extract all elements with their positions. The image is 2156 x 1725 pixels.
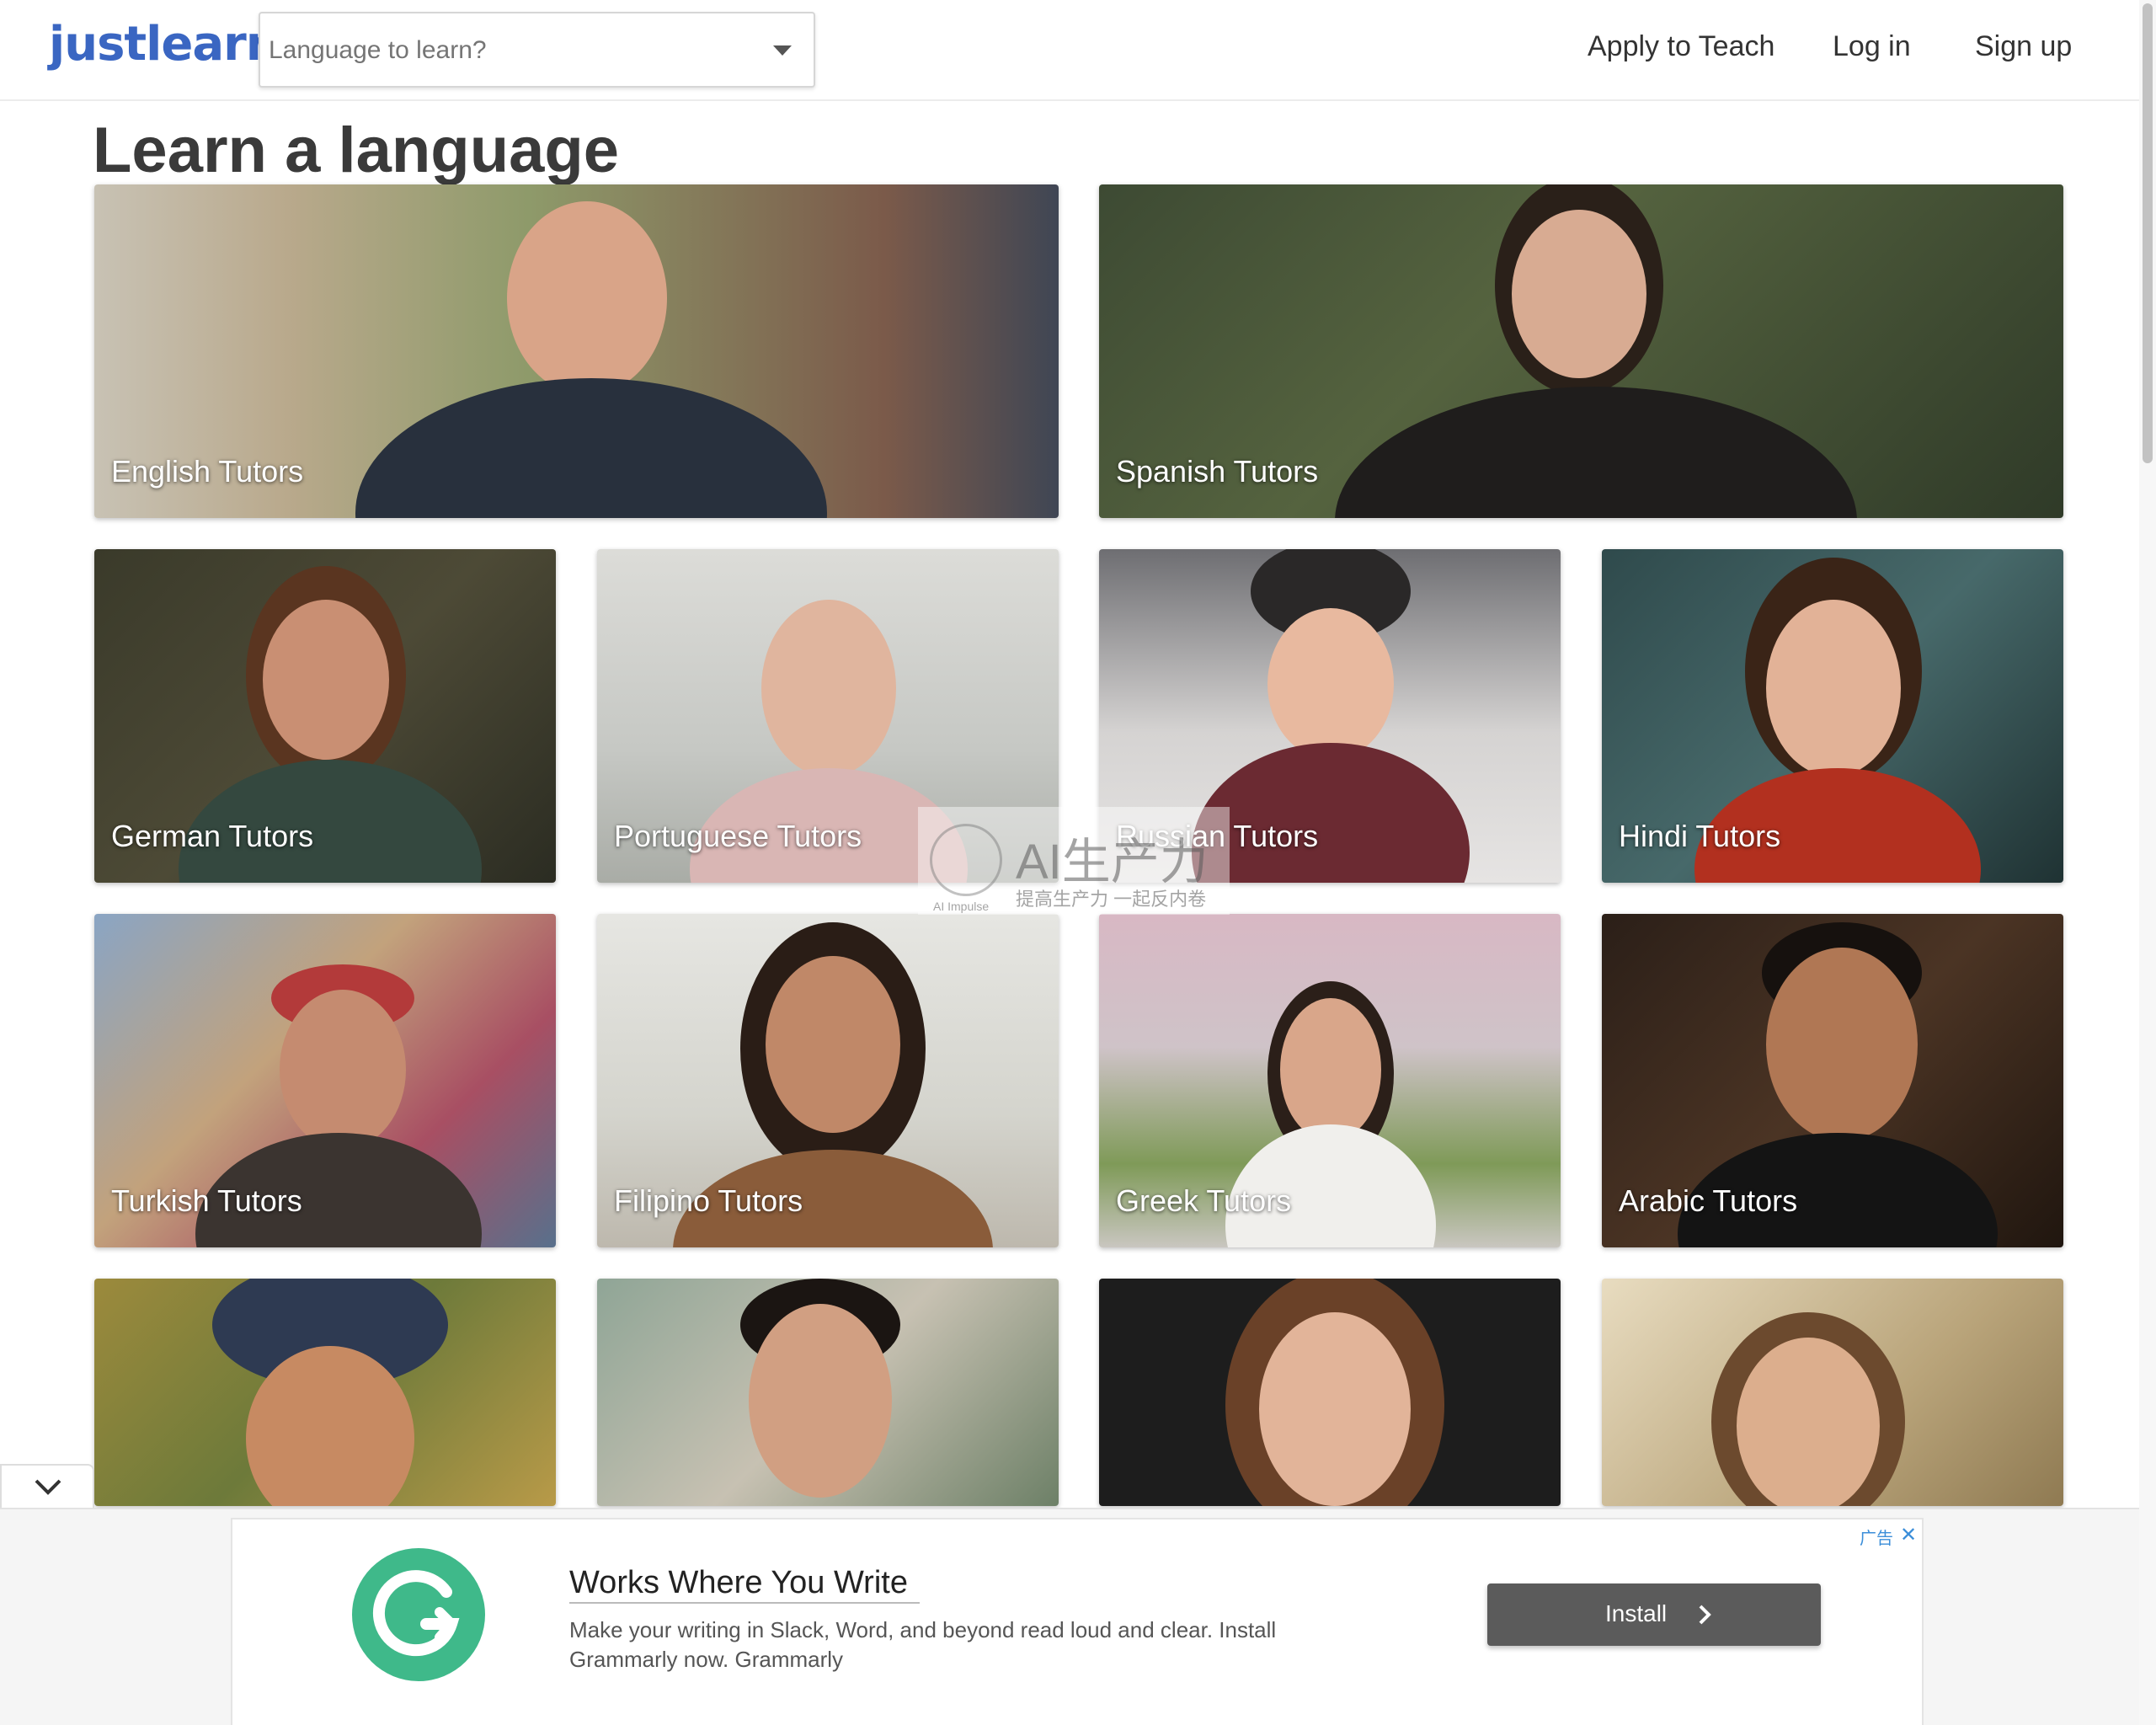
tutor-card[interactable] [597,1279,1059,1506]
tutor-card-label: Spanish Tutors [1116,454,1319,489]
install-button-label: Install [1605,1600,1668,1626]
tutor-face [749,1304,892,1498]
tutor-card-turkish[interactable]: Turkish Tutors [94,914,556,1247]
tutor-card-spanish[interactable]: Spanish Tutors [1099,184,2063,518]
chevron-down-icon [35,1479,61,1495]
watermark-caption: AI Impulse [933,900,990,913]
tutor-face [766,956,900,1133]
tutor-card[interactable] [1099,1279,1561,1506]
chevron-right-icon [1699,1605,1711,1625]
ad-title-underline [569,1602,920,1604]
grammarly-logo-icon [352,1548,485,1681]
ad-card[interactable]: Works Where You Write Make your writing … [231,1518,1924,1725]
tutor-face [1766,600,1901,777]
scrollbar-thumb[interactable] [2143,3,2153,463]
caret-down-icon [773,45,792,56]
ad-title[interactable]: Works Where You Write [569,1565,908,1601]
tutor-card-label: English Tutors [111,454,304,489]
tutor-face [1512,210,1646,378]
tutor-card-english[interactable]: English Tutors [94,184,1059,518]
scrollbar[interactable] [2139,0,2156,1725]
logo[interactable]: justlearn [49,17,280,72]
sign-up-link[interactable]: Sign up [1975,30,2072,63]
close-icon[interactable]: ✕ [1900,1523,1917,1547]
tutor-card-label: Filipino Tutors [614,1183,803,1218]
apply-to-teach-link[interactable]: Apply to Teach [1588,30,1774,63]
tutor-face [280,990,406,1150]
tutor-card-filipino[interactable]: Filipino Tutors [597,914,1059,1247]
tutor-card-label: Arabic Tutors [1619,1183,1798,1218]
tutor-card-label: Hindi Tutors [1619,819,1781,853]
tutor-face [263,600,389,760]
ad-label: 广告 [1860,1530,1893,1548]
ad-description: Make your writing in Slack, Word, and be… [569,1617,1277,1672]
tutor-card-label: Turkish Tutors [111,1183,302,1218]
tutor-face [1280,998,1381,1141]
tutor-face [507,201,667,395]
tutor-card-arabic[interactable]: Arabic Tutors [1602,914,2063,1247]
tutor-card-label: Portuguese Tutors [614,819,862,853]
tutor-card-label: German Tutors [111,819,314,853]
watermark: AI生产力 提高生产力 一起反内卷 AI Impulse [918,807,1230,915]
tutor-card-hindi[interactable]: Hindi Tutors [1602,549,2063,883]
tutor-face [1766,948,1918,1141]
log-in-link[interactable]: Log in [1833,30,1911,63]
tutor-face [1259,1312,1411,1506]
tutor-face [1737,1338,1880,1506]
site-header: justlearn Language to learn? Apply to Te… [0,0,2139,101]
page-title: Learn a language [93,115,620,186]
unicorn-logo-icon [930,824,1002,896]
tutor-card-german[interactable]: German Tutors [94,549,556,883]
tutor-face [761,600,896,777]
install-button[interactable]: Install [1487,1583,1821,1646]
ad-collapse-button[interactable] [0,1464,94,1508]
ad-banner: Works Where You Write Make your writing … [0,1508,2139,1725]
tutor-card-greek[interactable]: Greek Tutors [1099,914,1561,1247]
watermark-title: AI生产力 [1016,835,1209,889]
tutor-card[interactable] [1602,1279,2063,1506]
tutor-face [1267,608,1394,760]
tutor-card-label: Greek Tutors [1116,1183,1292,1218]
language-select-placeholder: Language to learn? [269,36,487,64]
watermark-subtitle: 提高生产力 一起反内卷 [1016,889,1207,910]
language-select[interactable]: Language to learn? [259,12,815,88]
tutor-card[interactable] [94,1279,556,1506]
